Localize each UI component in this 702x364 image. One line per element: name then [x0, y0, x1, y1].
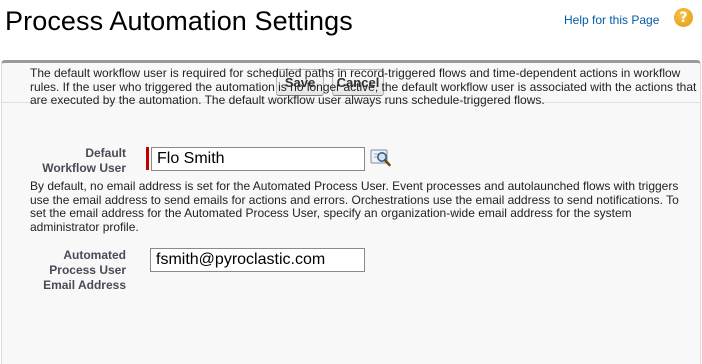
automated-process-user-description: By default, no email address is set for …: [30, 179, 679, 234]
lookup-magnifier-icon[interactable]: [370, 148, 392, 168]
page-header: Process Automation Settings Help for thi…: [0, 0, 702, 58]
workflow-user-description: The default workflow user is required fo…: [30, 66, 697, 107]
page-title: Process Automation Settings: [5, 6, 353, 36]
automated-process-user-email-label: Automated Process User Email Address: [43, 248, 126, 292]
question-mark-icon[interactable]: ?: [674, 8, 693, 27]
help-link[interactable]: Help for this Page: [564, 13, 659, 27]
default-workflow-user-label: Default Workflow User: [42, 146, 126, 175]
required-indicator: [146, 147, 149, 170]
automated-process-user-email-field[interactable]: [150, 248, 365, 272]
default-workflow-user-field[interactable]: [151, 147, 365, 171]
